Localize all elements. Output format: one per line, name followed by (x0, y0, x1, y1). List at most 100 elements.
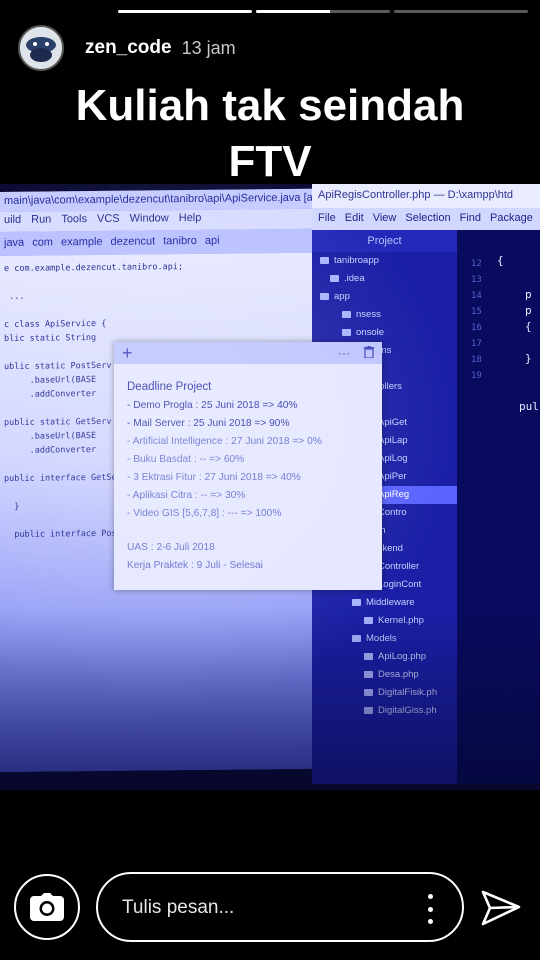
story-segment-fill (256, 10, 330, 13)
ide-right-menu-item: Find (459, 212, 482, 224)
file-icon (352, 634, 361, 642)
code-token: p (525, 288, 532, 301)
file-icon (364, 688, 373, 696)
tree-node: DigitalFisik.ph (312, 684, 457, 702)
tree-node-label: LoginCont (378, 579, 422, 590)
tree-node-label: tanibroapp (334, 255, 379, 266)
story-segment (256, 10, 390, 13)
tree-node: tanibroapp (312, 252, 457, 270)
send-icon[interactable] (480, 888, 522, 928)
trash-icon (364, 345, 374, 361)
username[interactable]: zen_code (85, 37, 172, 59)
ide-left-menu-item: uild (4, 213, 22, 226)
tree-node-label: Kernel.php (378, 615, 424, 626)
post-timestamp: 13 jam (181, 37, 236, 58)
file-icon (364, 616, 373, 624)
note-item: - Buku Basdat : -- => 60% (127, 454, 245, 465)
note-item: - Demo Progla : 25 Juni 2018 => 40% (127, 400, 298, 411)
story-caption: Kuliah tak seindah FTV (0, 78, 540, 190)
ide-left-menu-item: Window (129, 212, 169, 225)
camera-button[interactable] (14, 874, 80, 940)
tree-node-label: ApiLog.php (378, 651, 427, 662)
code-token: { (497, 254, 504, 267)
tree-node-label: Contro (378, 507, 407, 518)
avatar-image (20, 27, 62, 69)
file-icon (364, 670, 373, 678)
file-icon (330, 274, 339, 282)
sticky-note: + ··· Deadline Project - Demo Progla : 2… (114, 342, 382, 590)
story-segment-fill (118, 10, 252, 13)
story-segment (118, 10, 252, 13)
story-progress (118, 10, 528, 13)
breadcrumb-item: java (4, 236, 25, 249)
tree-node-label: DigitalFisik.ph (378, 687, 438, 698)
tree-node-label: Controller (378, 561, 420, 572)
tree-node: ApiLog.php (312, 648, 457, 666)
tree-node: nsess (312, 306, 457, 324)
tree-node-label: ApiLog (378, 453, 408, 464)
note-footer-uas: UAS : 2-6 Juli 2018 (127, 542, 215, 553)
tree-node-label: Middleware (366, 597, 415, 608)
ide-left-menu-item: Tools (61, 213, 87, 226)
tree-node-label: ApiReg (378, 489, 410, 500)
caption-line-1: Kuliah tak seindah (75, 81, 465, 130)
story-photo: main\java\com\example\dezencut\tanibro\a… (0, 184, 540, 790)
tree-node-label: DigitalGiss.ph (378, 705, 437, 716)
ide-left-breadcrumbs: java com example dezencut tanibro api (0, 228, 322, 256)
tree-node: Models (312, 630, 457, 648)
tree-node-label: onsole (356, 327, 384, 338)
story-segment (394, 10, 528, 13)
message-input[interactable] (120, 892, 414, 924)
tree-node-label: Models (366, 633, 397, 644)
ide-right-title: ApiRegisController.php — D:\xampp\htd (312, 184, 540, 208)
ide-right-editor: 12 13 14 15 16 17 18 19 { p p { } pul (457, 230, 540, 784)
tree-node-label: app (334, 291, 350, 302)
note-footer-kp: Kerja Praktek : 9 Juli - Selesai (127, 560, 263, 571)
breadcrumb-item: api (204, 234, 220, 247)
ide-left-menu-item: Help (178, 211, 202, 225)
file-icon (342, 328, 351, 336)
ide-right-menu-item: Edit (344, 212, 364, 224)
tree-node: Kernel.php (312, 612, 457, 630)
story-header: zen_code 13 jam (18, 25, 528, 71)
tree-node-label: ApiPer (378, 471, 407, 482)
camera-icon (30, 893, 64, 921)
more-vertical-icon[interactable] (426, 894, 434, 924)
avatar[interactable] (18, 25, 64, 71)
file-icon (342, 310, 351, 318)
note-item: - Video GIS [5,6,7,8] : --- => 100% (127, 508, 282, 519)
code-token: p (525, 304, 532, 317)
tree-node: onsole (312, 324, 457, 342)
tree-node: DigitalGiss.ph (312, 702, 457, 720)
file-icon (364, 706, 373, 714)
ide-right-menu-item: Selection (405, 212, 451, 224)
sticky-note-toolbar: + ··· (114, 342, 382, 364)
ide-left-menu-item: Run (31, 213, 52, 226)
ide-right-menu-item: View (372, 212, 397, 224)
ide-right-menubar: File Edit View Selection Find Package (312, 208, 540, 230)
tree-node: Desa.php (312, 666, 457, 684)
tree-node-label: Desa.php (378, 669, 419, 680)
ellipsis-icon: ··· (338, 346, 350, 360)
file-icon (320, 256, 329, 264)
file-icon (352, 598, 361, 606)
breadcrumb-item: com (32, 236, 53, 249)
reply-bar (0, 870, 540, 948)
message-field[interactable] (96, 872, 464, 942)
code-token: } (525, 352, 532, 365)
tree-node: Middleware (312, 594, 457, 612)
code-token: { (525, 320, 532, 333)
file-icon (320, 292, 329, 300)
note-title: Deadline Project (127, 381, 212, 393)
ide-right-menu-item: Package (490, 212, 533, 224)
note-item: - Artificial Intelligence : 27 Juni 2018… (127, 436, 322, 447)
breadcrumb-item: dezencut (110, 235, 156, 248)
tree-node-label: nsess (356, 309, 381, 320)
note-item: - Aplikasi Citra : -- => 30% (127, 490, 246, 501)
breadcrumb-item: tanibro (163, 234, 197, 248)
note-item: - Mail Server : 25 Juni 2018 => 90% (127, 418, 290, 429)
tree-node-label: ApiGet (378, 417, 408, 428)
tree-node: .idea (312, 270, 457, 288)
tree-node-label: ApiLap (378, 435, 408, 446)
plus-icon: + (122, 343, 133, 363)
